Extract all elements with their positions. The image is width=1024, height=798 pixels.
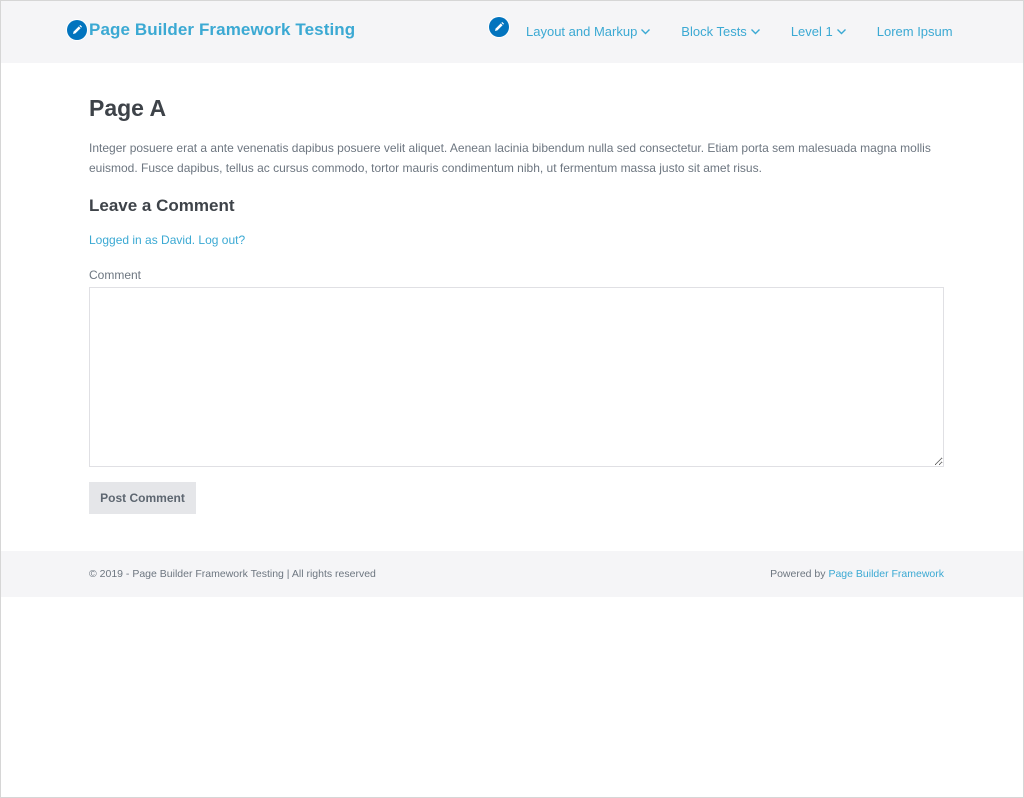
main-content: Page A Integer posuere erat a ante venen… (89, 93, 944, 514)
nav-item-label: Layout and Markup (526, 24, 638, 39)
chevron-down-icon (640, 26, 651, 37)
comment-textarea[interactable] (89, 287, 944, 467)
nav-item-layout-and-markup[interactable]: Layout and Markup (526, 24, 651, 39)
chevron-down-icon (836, 26, 847, 37)
nav-item-label: Lorem Ipsum (876, 24, 953, 39)
powered-by-prefix: Powered by (770, 568, 826, 580)
comment-field-label: Comment (89, 268, 142, 282)
logged-in-notice: Logged in as David. Log out? (89, 232, 944, 248)
chevron-down-icon (750, 26, 761, 37)
site-footer: © 2019 - Page Builder Framework Testing … (1, 551, 1023, 597)
site-title-link[interactable]: Page Builder Framework Testing (67, 20, 355, 40)
log-out-link[interactable]: Log out? (198, 233, 245, 247)
pencil-icon[interactable] (489, 17, 509, 37)
comment-form: Leave a Comment Logged in as David. Log … (89, 194, 944, 514)
page-builder-framework-link[interactable]: Page Builder Framework (828, 568, 944, 580)
site-title: Page Builder Framework Testing (89, 20, 356, 39)
post-comment-button[interactable]: Post Comment (89, 482, 196, 514)
page-title: Page A (89, 95, 167, 121)
pencil-icon[interactable] (67, 20, 87, 40)
comment-heading: Leave a Comment (89, 196, 235, 215)
logged-in-as-link[interactable]: Logged in as David. (89, 233, 195, 247)
footer-powered-by: Powered by Page Builder Framework (770, 568, 944, 580)
nav-item-label: Block Tests (681, 24, 747, 39)
main-nav: Layout and Markup Block Tests Level 1 Lo… (526, 24, 953, 39)
nav-item-label: Level 1 (790, 24, 833, 39)
intro-paragraph: Integer posuere erat a ante venenatis da… (89, 141, 931, 175)
nav-item-block-tests[interactable]: Block Tests (681, 24, 761, 39)
nav-item-lorem-ipsum[interactable]: Lorem Ipsum (877, 24, 953, 39)
site-header: Page Builder Framework Testing Layout an… (1, 1, 1023, 63)
footer-copyright: © 2019 - Page Builder Framework Testing … (89, 568, 376, 580)
nav-item-level-1[interactable]: Level 1 (791, 24, 847, 39)
